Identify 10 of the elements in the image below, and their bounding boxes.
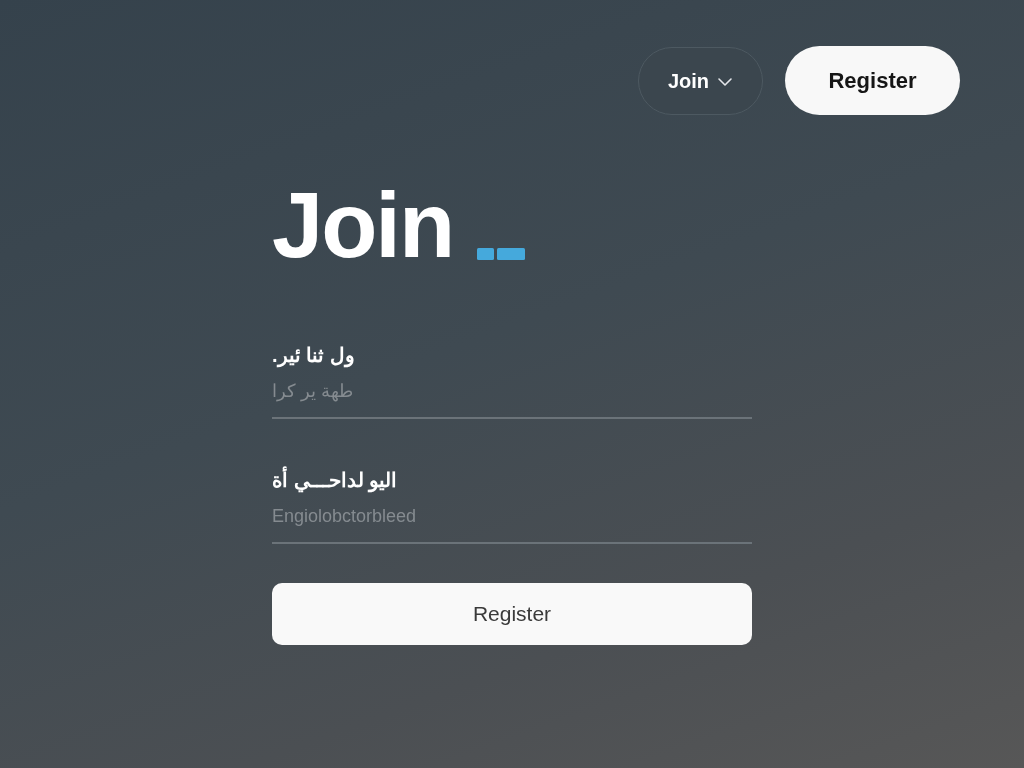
field-label: ول ثنا ئير. [272, 343, 355, 369]
field-label: اليو لداحـــي أة [272, 466, 398, 494]
input-field[interactable]: طهة ير كرا [272, 379, 752, 419]
underscore-cursor-icon [477, 248, 526, 260]
join-dropdown[interactable]: Join [637, 46, 763, 115]
register-nav-button[interactable]: Register [785, 46, 960, 115]
page-title: Join [272, 179, 454, 271]
chevron-down-icon [717, 76, 733, 87]
input-field[interactable]: Engiolobctorbleed [272, 504, 752, 544]
register-button[interactable]: Register [272, 583, 752, 645]
